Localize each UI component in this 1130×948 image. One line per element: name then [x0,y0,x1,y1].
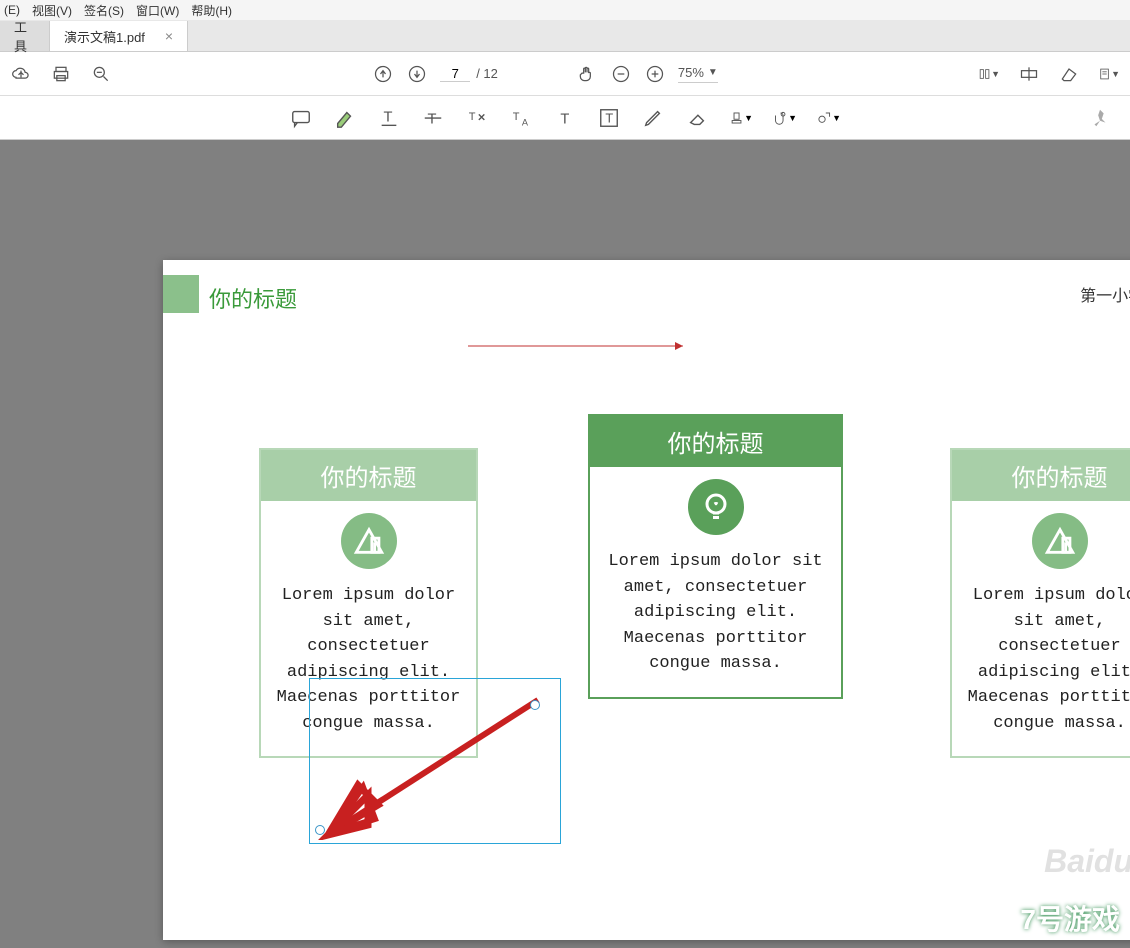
menubar: (E) 视图(V) 签名(S) 窗口(W) 帮助(H) [0,0,1130,20]
zoom-minus-icon[interactable] [610,63,632,85]
chevron-down-icon: ▼ [708,67,718,78]
comment-icon[interactable] [289,106,313,130]
selection-handle[interactable] [315,825,325,835]
hand-icon[interactable] [576,63,598,85]
zoom-out-icon[interactable] [90,63,112,85]
fit-page-icon[interactable]: ▼ [978,63,1000,85]
tab-tools[interactable]: 工具 [0,21,50,51]
svg-text:T: T [605,110,613,125]
width-icon[interactable] [1018,63,1040,85]
building-icon [1032,513,1088,569]
page-input[interactable] [440,66,470,82]
card-1-title: 你的标题 [261,450,476,501]
card-2-body: Lorem ipsum dolor sit amet, consectetuer… [590,549,841,697]
watermark-logo: 7号游戏 [1020,898,1120,938]
document-icon[interactable]: ▼ [1098,63,1120,85]
text-callout-icon[interactable]: T [597,106,621,130]
svg-text:A: A [522,117,529,127]
prev-page-icon[interactable] [372,63,394,85]
building-icon [341,513,397,569]
strikethrough-icon[interactable]: T [421,106,445,130]
pointer-icon[interactable] [542,63,564,85]
menu-e[interactable]: (E) [4,3,20,17]
insert-text-icon[interactable]: TA [509,106,533,130]
print-icon[interactable] [50,63,72,85]
canvas[interactable]: 你的标题 第一小学0 你的标题 Lorem ipsum dolor sit am… [0,140,1130,948]
annotation-toolbar: T T T TA T T ▼ ▼ ▼ [0,96,1130,140]
lightbulb-icon [688,479,744,535]
slide-accent-block [163,275,199,313]
card-2-title: 你的标题 [590,416,841,467]
cloud-upload-icon[interactable] [10,63,32,85]
next-page-icon[interactable] [406,63,428,85]
card-3-body: Lorem ipsum dolor sit amet, consectetuer… [952,583,1130,756]
svg-text:T: T [469,110,476,122]
svg-text:T: T [513,110,520,122]
pdf-page: 你的标题 第一小学0 你的标题 Lorem ipsum dolor sit am… [163,260,1130,940]
eraser-icon[interactable] [685,106,709,130]
zoom-value: 75% [678,65,704,80]
svg-text:T: T [560,111,569,127]
slide-corner-text: 第一小学0 [1080,282,1130,306]
erase-icon[interactable] [1058,63,1080,85]
replace-text-icon[interactable]: T [465,106,489,130]
annotation-selection-box[interactable] [309,678,561,844]
svg-text:T: T [428,111,437,127]
pencil-icon[interactable] [641,106,665,130]
zoom-plus-icon[interactable] [644,63,666,85]
tab-document[interactable]: 演示文稿1.pdf × [50,21,188,51]
red-arrow-annotation[interactable] [468,338,693,348]
watermark-baidu: Baidu [1044,843,1130,880]
tabbar: 工具 演示文稿1.pdf × [0,20,1130,52]
card-3: 你的标题 Lorem ipsum dolor sit amet, consect… [950,448,1130,758]
main-toolbar: / 12 75% ▼ ▼ ▼ [0,52,1130,96]
selection-handle[interactable] [530,700,540,710]
menu-help[interactable]: 帮助(H) [191,2,232,19]
highlight-icon[interactable] [333,106,357,130]
menu-view[interactable]: 视图(V) [32,2,72,19]
menu-window[interactable]: 窗口(W) [136,2,179,19]
card-3-title: 你的标题 [952,450,1130,501]
page-navigator: / 12 [440,66,498,82]
menu-sign[interactable]: 签名(S) [84,2,124,19]
stamp-icon[interactable]: ▼ [729,106,753,130]
close-tab-icon[interactable]: × [165,28,173,44]
shapes-icon[interactable]: ▼ [817,106,841,130]
attachment-icon[interactable]: ▼ [773,106,797,130]
zoom-dropdown[interactable]: 75% ▼ [678,65,718,83]
slide-title: 你的标题 [209,282,297,314]
text-box-icon[interactable]: T [553,106,577,130]
svg-text:T: T [384,109,393,125]
page-total: / 12 [476,66,498,81]
pin-icon[interactable] [1088,106,1112,130]
tab-document-label: 演示文稿1.pdf [64,27,145,46]
card-2: 你的标题 Lorem ipsum dolor sit amet, consect… [588,414,843,699]
underline-icon[interactable]: T [377,106,401,130]
